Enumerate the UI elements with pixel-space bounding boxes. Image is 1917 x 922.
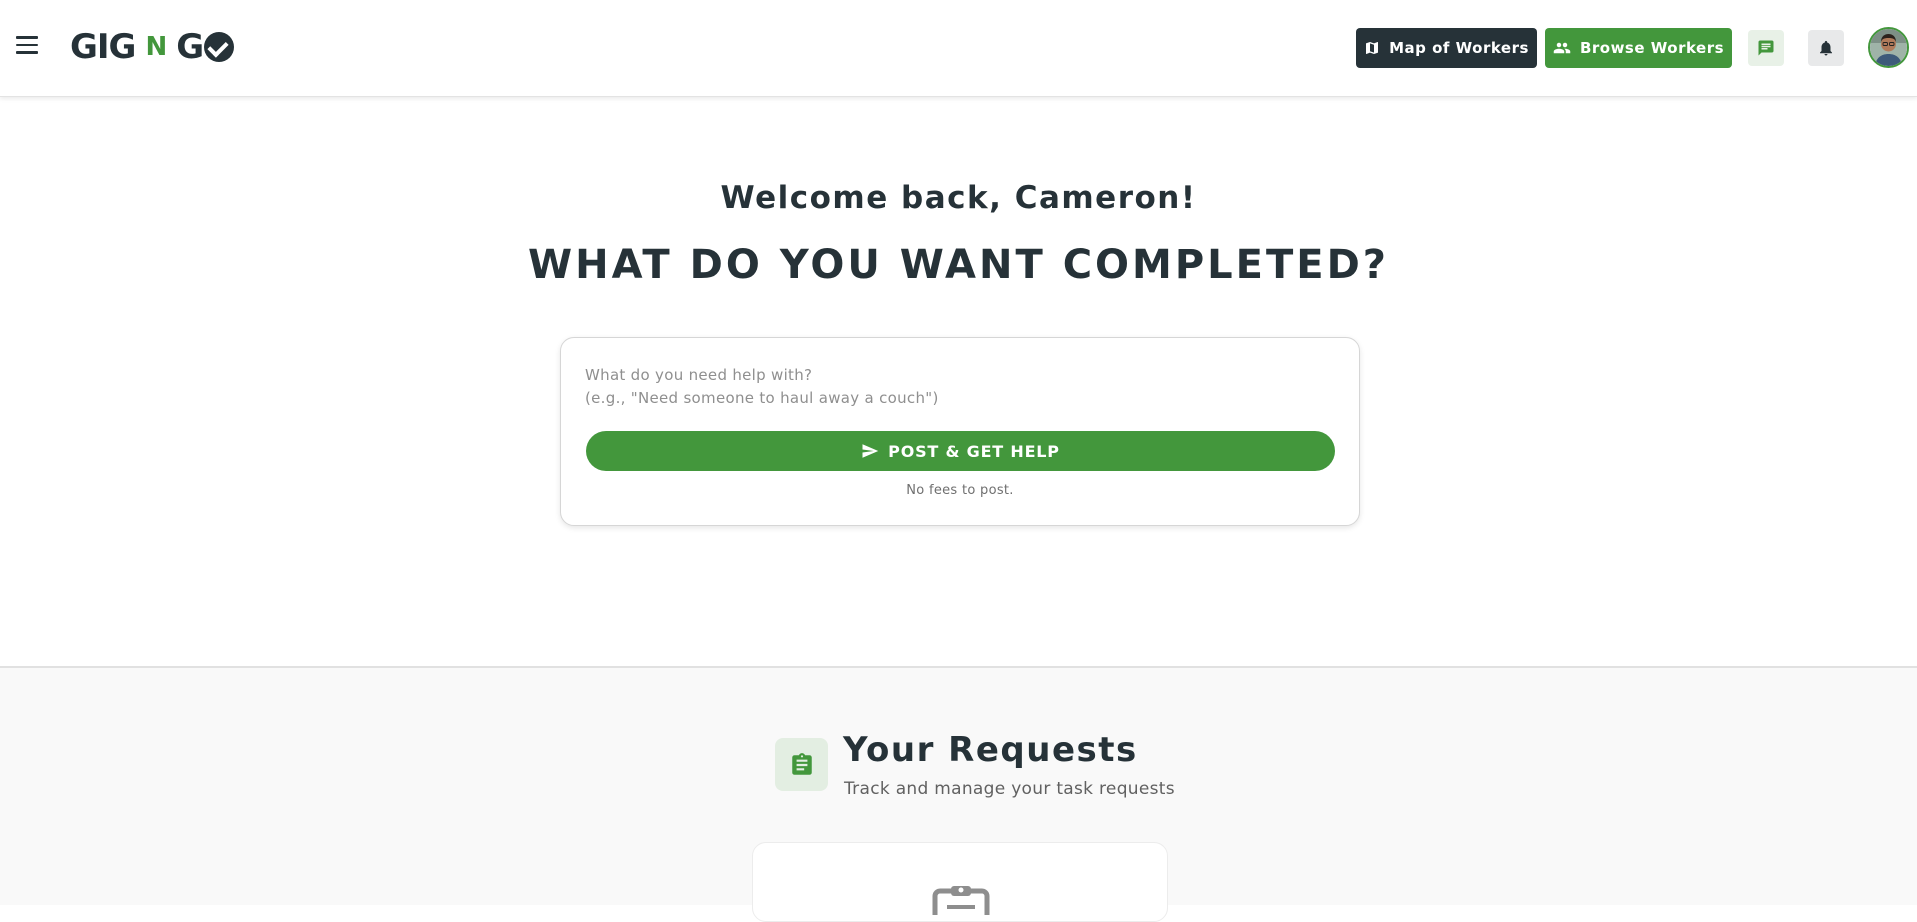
people-icon bbox=[1553, 42, 1571, 54]
map-icon bbox=[1366, 42, 1379, 54]
menu-icon[interactable] bbox=[14, 36, 40, 58]
logo-text-n: N bbox=[145, 32, 167, 62]
avatar[interactable] bbox=[1868, 27, 1909, 68]
post-button-label: POST & GET HELP bbox=[888, 441, 1060, 461]
logo-check-icon bbox=[204, 32, 235, 62]
clipboard-outline-icon bbox=[932, 886, 990, 915]
logo-text-g: G bbox=[176, 27, 204, 67]
notifications-button[interactable] bbox=[1808, 30, 1844, 66]
chat-icon bbox=[1758, 40, 1774, 56]
welcome-heading: Welcome back, Cameron! bbox=[720, 180, 1197, 216]
bell-icon bbox=[1820, 40, 1832, 56]
post-task-card: POST & GET HELP No fees to post. bbox=[560, 337, 1360, 526]
top-navbar: GIG N G Map of Workers Browse Workers bbox=[0, 0, 1917, 97]
post-and-get-help-button[interactable]: POST & GET HELP bbox=[586, 431, 1335, 471]
map-of-workers-button[interactable]: Map of Workers bbox=[1356, 28, 1537, 68]
messages-button[interactable] bbox=[1748, 30, 1784, 66]
fees-note: No fees to post. bbox=[906, 483, 1014, 498]
browse-workers-label: Browse Workers bbox=[1579, 39, 1725, 57]
app-logo[interactable]: GIG N G bbox=[70, 27, 235, 67]
requests-subtitle: Track and manage your task requests bbox=[844, 779, 1175, 799]
send-icon bbox=[862, 444, 879, 458]
requests-empty-card bbox=[752, 842, 1168, 922]
user-avatar-icon bbox=[1870, 29, 1907, 66]
clipboard-icon bbox=[775, 738, 828, 791]
task-description-input[interactable] bbox=[585, 364, 1335, 414]
requests-title: Your Requests bbox=[843, 730, 1138, 770]
browse-workers-button[interactable]: Browse Workers bbox=[1545, 28, 1732, 68]
page-title: WHAT DO YOU WANT COMPLETED? bbox=[527, 242, 1390, 288]
requests-section: Your Requests Track and manage your task… bbox=[0, 666, 1917, 922]
map-of-workers-label: Map of Workers bbox=[1389, 39, 1529, 57]
logo-text-gig: GIG bbox=[70, 27, 136, 67]
